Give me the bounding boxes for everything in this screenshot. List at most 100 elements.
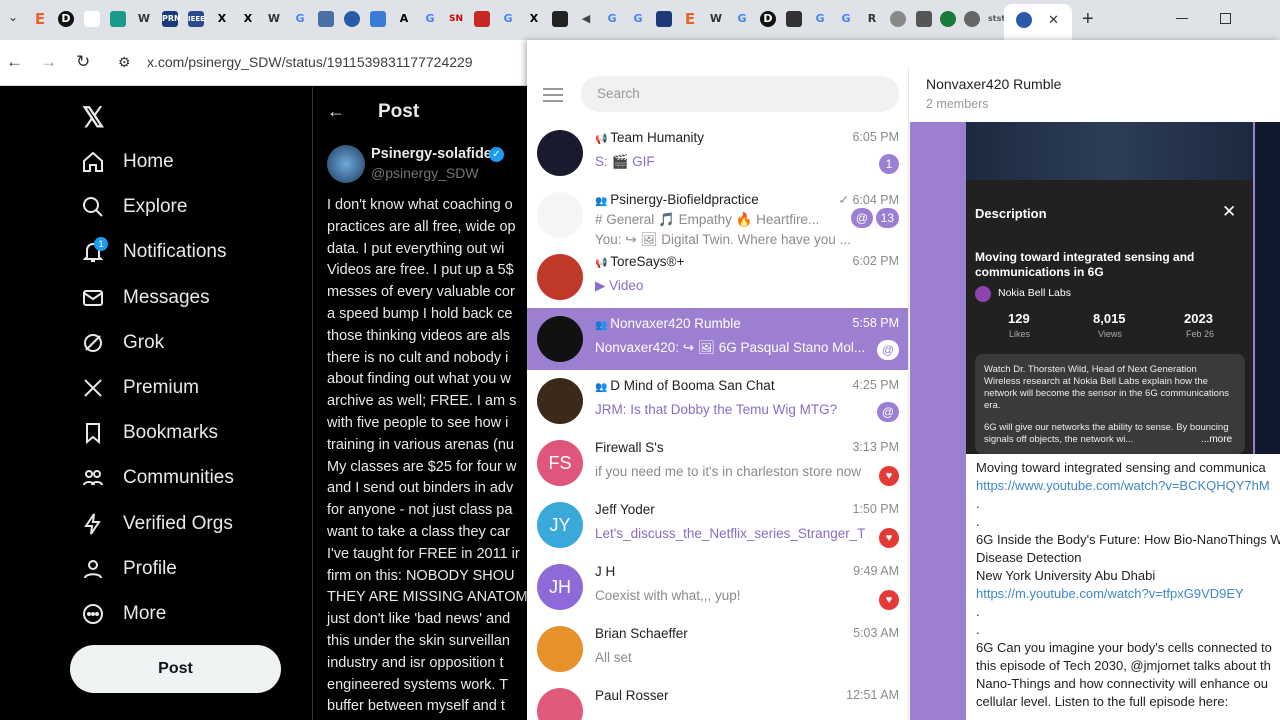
tab-favicon[interactable]: E — [682, 11, 698, 27]
active-tab[interactable]: ✕ — [1004, 4, 1072, 40]
tab-favicon[interactable]: G — [734, 11, 750, 27]
tab-favicon[interactable]: A — [396, 11, 412, 27]
chat-name-text: J H — [595, 564, 616, 579]
video-thumbnail[interactable] — [966, 122, 1253, 180]
new-tab-button[interactable]: + — [1082, 8, 1094, 31]
tab-favicon[interactable]: G — [500, 11, 516, 27]
tab-favicon[interactable]: D — [58, 11, 74, 27]
post-text-line: Videos are free. I put up a 5$ — [327, 262, 514, 279]
tab-favicon[interactable] — [474, 11, 490, 27]
author-name[interactable]: Psinergy-solafide — [371, 146, 492, 162]
description-body: Watch Dr. Thorsten Wild, Head of Next Ge… — [984, 364, 1230, 411]
tab-favicon[interactable] — [964, 11, 980, 27]
chat-item[interactable]: 👥 D Mind of Booma San Chat 4:25 PM JRM: Is… — [527, 370, 908, 432]
tab-favicon[interactable]: G — [604, 11, 620, 27]
tab-favicon[interactable]: G — [812, 11, 828, 27]
tab-favicon[interactable]: SN — [448, 11, 464, 27]
tab-favicon[interactable]: E — [32, 11, 48, 27]
post-button[interactable]: Post — [70, 645, 281, 693]
avatar[interactable] — [327, 145, 365, 183]
nav-item-verified-orgs[interactable]: Verified Orgs — [80, 504, 233, 544]
tab-favicon[interactable] — [916, 11, 932, 27]
tab-favicon[interactable]: R — [864, 11, 880, 27]
tab-favicon[interactable] — [940, 11, 956, 27]
back-arrow-icon[interactable]: ← — [6, 52, 23, 72]
chat-name: J H — [595, 564, 615, 579]
tab-favicon[interactable]: W — [266, 11, 282, 27]
forward-arrow-icon[interactable]: → — [40, 52, 57, 72]
nav-item-profile[interactable]: Profile — [80, 549, 177, 589]
tab-favicon[interactable]: X — [240, 11, 256, 27]
search-input[interactable]: Search — [581, 76, 899, 112]
minimize-window-button[interactable] — [1176, 18, 1188, 19]
channel-avatar[interactable] — [975, 286, 991, 302]
chat-header[interactable]: Nonvaxer420 Rumble 2 members — [910, 68, 1280, 122]
message-link[interactable]: https://www.youtube.com/watch?v=BCKQHQY7… — [976, 478, 1270, 493]
nav-label: Profile — [123, 557, 177, 579]
tab-favicon[interactable] — [318, 11, 334, 27]
tab-favicon[interactable]: IEEE — [188, 11, 205, 27]
chat-time: 5:58 PM — [852, 316, 899, 330]
chat-item[interactable]: JH J H 9:49 AM Coexist with what,,, yup! ♥ — [527, 556, 908, 618]
views-value: 8,015 — [1093, 311, 1126, 326]
chat-item[interactable]: FS Firewall S's 3:13 PM if you need me to i… — [527, 432, 908, 494]
author-handle[interactable]: @psinergy_SDW — [371, 165, 479, 181]
adjacent-media-card[interactable] — [1255, 122, 1280, 454]
nav-item-more[interactable]: More — [80, 594, 166, 634]
tab-favicon[interactable] — [110, 11, 126, 27]
channel-name[interactable]: Nokia Bell Labs — [998, 287, 1071, 299]
x-logo-icon[interactable]: 𝕏 — [82, 101, 105, 134]
tab-favicon[interactable]: X — [214, 11, 230, 27]
nav-item-notifications[interactable]: 1 Notifications — [80, 232, 227, 272]
video-card[interactable]: Description ✕ Moving toward integrated s… — [966, 122, 1253, 454]
chat-item[interactable]: Paul Rosser 12:51 AM — [527, 680, 908, 720]
maximize-window-button[interactable] — [1220, 13, 1231, 24]
nav-item-bookmarks[interactable]: Bookmarks — [80, 413, 218, 453]
tab-favicon[interactable]: W — [136, 11, 152, 27]
menu-icon[interactable] — [543, 88, 563, 102]
chat-item[interactable]: 📢 ToreSays®+ 6:02 PM ▶ Video — [527, 246, 908, 308]
tab-favicon[interactable]: G — [292, 11, 308, 27]
nav-item-communities[interactable]: Communities — [80, 458, 234, 498]
tab-favicon[interactable] — [890, 11, 906, 27]
post-text-line: those thinking videos are als — [327, 327, 510, 344]
tab-favicon[interactable]: W — [708, 11, 724, 27]
chat-item[interactable]: 👥 Psinergy-Biofieldpractice ✓ 6:04 PM # Ge… — [527, 184, 908, 247]
message-link[interactable]: https://m.youtube.com/watch?v=tfpxG9VD9E… — [976, 586, 1244, 601]
tab-favicon[interactable]: G — [630, 11, 646, 27]
nav-item-home[interactable]: Home — [80, 142, 174, 182]
nav-item-messages[interactable]: Messages — [80, 278, 210, 318]
post-text-line: archive as well; FREE. I am s — [327, 393, 517, 410]
tab-favicon[interactable] — [344, 11, 360, 27]
tab-favicon[interactable]: ◀ — [578, 11, 594, 27]
tab-favicon[interactable] — [656, 11, 672, 27]
close-icon[interactable]: ✕ — [1222, 202, 1236, 222]
tab-favicon[interactable] — [84, 11, 100, 27]
url-field[interactable]: x.com/psinergy_SDW/status/19115398311777… — [147, 54, 473, 70]
tab-favicon[interactable]: D — [760, 11, 776, 27]
nav-item-premium[interactable]: Premium — [80, 368, 199, 408]
chat-item[interactable]: 📢 Team Humanity 6:05 PM S: 🎬 GIF 1 — [527, 122, 908, 184]
chat-item[interactable]: 👥 Nonvaxer420 Rumble 5:58 PM Nonvaxer420: … — [527, 308, 908, 370]
tab-favicon[interactable] — [370, 11, 386, 27]
nav-item-explore[interactable]: Explore — [80, 187, 187, 227]
tab-favicon[interactable]: X — [526, 11, 542, 27]
tab-favicon[interactable] — [552, 11, 568, 27]
post-text-line: buffer between myself and t — [327, 698, 505, 715]
chat-item[interactable]: JY Jeff Yoder 1:50 PM Let's_discuss_the_Net… — [527, 494, 908, 556]
reload-icon[interactable]: ↻ — [76, 52, 90, 72]
tab-favicon[interactable]: stst — [988, 11, 1005, 27]
tab-search-button[interactable]: ⌄ — [4, 10, 22, 28]
tab-favicon[interactable]: PRN — [162, 11, 181, 27]
more-link[interactable]: ...more — [1201, 434, 1233, 445]
tab-favicon[interactable]: G — [422, 11, 438, 27]
close-tab-icon[interactable]: ✕ — [1048, 12, 1059, 28]
chat-item[interactable]: Brian Schaeffer 5:03 AM All set — [527, 618, 908, 680]
grok-icon — [80, 330, 106, 356]
video-title: Moving toward integrated sensing and com… — [975, 250, 1195, 279]
back-arrow-icon[interactable]: ← — [327, 101, 345, 122]
nav-item-grok[interactable]: Grok — [80, 323, 164, 363]
site-settings-icon[interactable]: ⚙ — [118, 54, 131, 71]
tab-favicon[interactable]: G — [838, 11, 854, 27]
tab-favicon[interactable] — [786, 11, 802, 27]
